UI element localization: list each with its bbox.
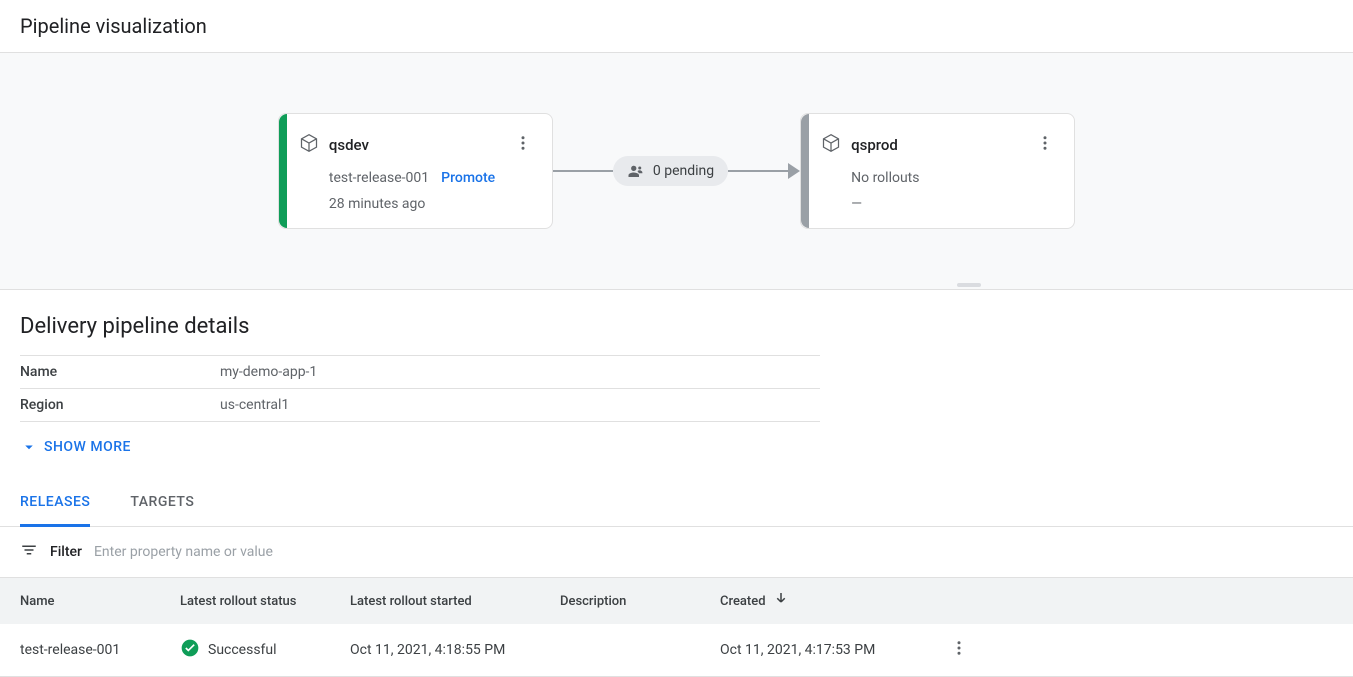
details-label: Name: [20, 356, 220, 389]
pending-count-label: 0 pending: [653, 163, 714, 179]
release-status-cell: Successful: [160, 624, 330, 677]
stage-release-name: test-release-001: [329, 170, 429, 186]
stage-time: —: [821, 196, 1058, 212]
stage-time: 28 minutes ago: [299, 196, 536, 212]
details-title: Delivery pipeline details: [20, 314, 1333, 339]
success-icon: [180, 638, 200, 662]
tab-targets[interactable]: TARGETS: [130, 480, 194, 527]
resize-handle[interactable]: [957, 283, 981, 287]
visualization-title: Pipeline visualization: [0, 0, 1353, 52]
stage-card-qsdev[interactable]: qsdev test-release-001 Promote 28 minute…: [278, 113, 553, 229]
pending-approvals-chip[interactable]: 0 pending: [613, 156, 728, 186]
releases-table: Name Latest rollout status Latest rollou…: [0, 577, 1353, 677]
filter-icon[interactable]: [20, 541, 38, 563]
target-icon: [821, 133, 841, 157]
more-vert-icon[interactable]: [1032, 130, 1058, 160]
release-created-cell: Oct 11, 2021, 4:17:53 PM: [700, 624, 930, 677]
stage-release-name: No rollouts: [851, 170, 919, 186]
stage-status-bar: [279, 114, 287, 228]
column-header-name[interactable]: Name: [0, 578, 160, 625]
pipeline-visualization-area: qsdev test-release-001 Promote 28 minute…: [0, 52, 1353, 290]
column-header-started[interactable]: Latest rollout started: [330, 578, 540, 625]
stage-name: qsprod: [851, 136, 898, 154]
column-header-created[interactable]: Created: [700, 578, 930, 625]
details-row: Name my-demo-app-1: [20, 356, 820, 389]
details-label: Region: [20, 389, 220, 422]
pipeline-row: qsdev test-release-001 Promote 28 minute…: [278, 113, 1075, 229]
details-row: Region us-central1: [20, 389, 820, 422]
column-header-description[interactable]: Description: [540, 578, 700, 625]
show-more-button[interactable]: SHOW MORE: [20, 422, 131, 472]
release-name-cell: test-release-001: [0, 624, 160, 677]
more-vert-icon[interactable]: [950, 645, 968, 661]
arrow-down-icon: [772, 590, 790, 612]
promote-button[interactable]: Promote: [441, 170, 495, 186]
stage-name: qsdev: [329, 136, 369, 154]
arrow-icon: [788, 163, 800, 179]
release-started-cell: Oct 11, 2021, 4:18:55 PM: [330, 624, 540, 677]
table-row[interactable]: test-release-001 Successful Oct 11, 2021…: [0, 624, 1353, 677]
filter-bar: Filter: [0, 527, 1353, 577]
more-vert-icon[interactable]: [510, 130, 536, 160]
chevron-down-icon: [20, 438, 38, 456]
details-value: us-central1: [220, 389, 820, 422]
tab-releases[interactable]: RELEASES: [20, 480, 90, 527]
release-description-cell: [540, 624, 700, 677]
target-icon: [299, 133, 319, 157]
stage-card-qsprod[interactable]: qsprod No rollouts —: [800, 113, 1075, 229]
details-table: Name my-demo-app-1 Region us-central1: [20, 355, 820, 422]
stage-status-bar: [801, 114, 809, 228]
tabs: RELEASES TARGETS: [0, 480, 1353, 527]
column-header-status[interactable]: Latest rollout status: [160, 578, 330, 625]
filter-input[interactable]: [94, 544, 394, 560]
details-value: my-demo-app-1: [220, 356, 820, 389]
filter-label: Filter: [50, 544, 82, 560]
pipeline-connector: 0 pending: [553, 156, 800, 186]
